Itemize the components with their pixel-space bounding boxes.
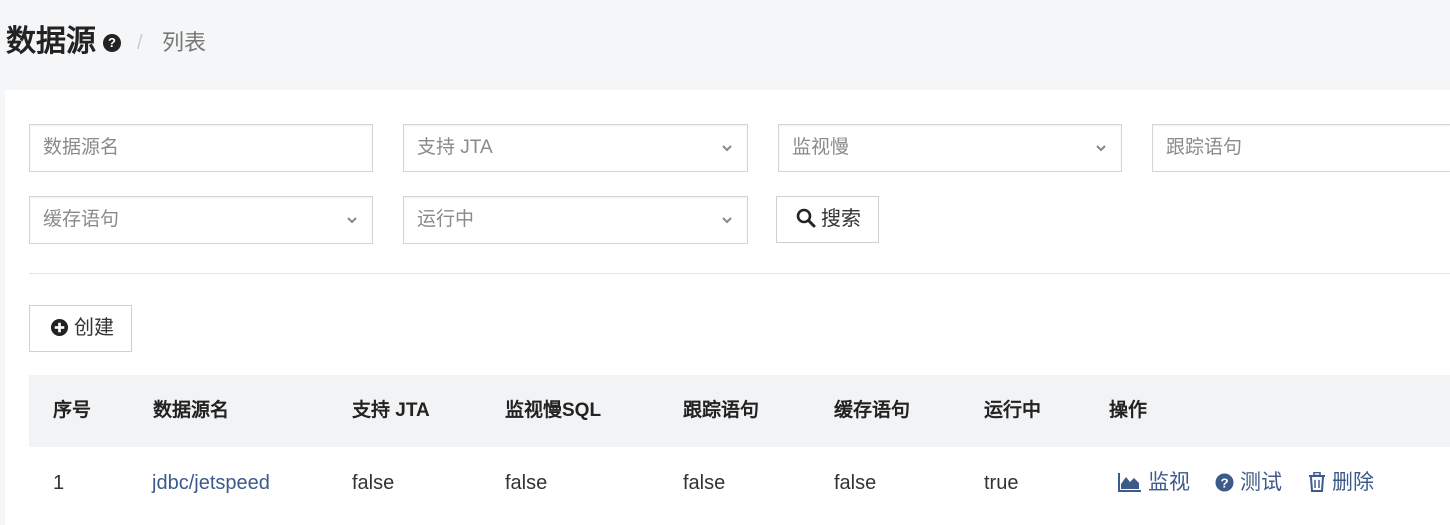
chevron-down-icon: [722, 217, 732, 224]
page-header: 数据源 ? / 列表: [0, 0, 1450, 90]
delete-action-link[interactable]: 删除: [1308, 447, 1374, 519]
trace-statement-input-wrap[interactable]: [1152, 124, 1450, 172]
column-header-running: 运行中: [984, 400, 1042, 421]
page-title: 数据源: [6, 25, 96, 58]
cell-running: true: [984, 472, 1019, 494]
content-panel: 支持 JTA 监视慢 缓存语句 运行中 搜索 创建 序号 数据源名 支持 JTA…: [5, 90, 1450, 525]
test-action-label: 测试: [1240, 471, 1282, 494]
jta-select[interactable]: 支持 JTA: [403, 124, 748, 172]
chevron-down-icon: [1096, 145, 1106, 152]
jta-select-value: 支持 JTA: [417, 137, 493, 158]
cell-cache-statement: false: [834, 472, 877, 494]
create-button-label: 创建: [74, 317, 114, 339]
monitor-action-link[interactable]: 监视: [1118, 447, 1190, 519]
divider: [29, 273, 1450, 274]
question-circle-icon[interactable]: ?: [103, 34, 121, 52]
column-header-index: 序号: [53, 400, 92, 421]
datasource-name-input-wrap[interactable]: [29, 124, 373, 172]
running-select[interactable]: 运行中: [403, 196, 748, 244]
monitor-action-label: 监视: [1148, 471, 1190, 494]
plus-circle-icon: [50, 318, 69, 337]
column-header-actions: 操作: [1109, 400, 1148, 421]
breadcrumb-separator: /: [137, 32, 143, 54]
chevron-down-icon: [347, 217, 357, 224]
column-header-trace-statement: 跟踪语句: [683, 400, 760, 421]
column-header-cache-statement: 缓存语句: [834, 400, 911, 421]
breadcrumb-list[interactable]: 列表: [162, 28, 206, 58]
column-header-monitor-slow-sql: 监视慢SQL: [505, 400, 602, 421]
question-circle-icon: ?: [1215, 473, 1234, 492]
cache-statement-select-value: 缓存语句: [43, 209, 120, 230]
cell-monitor-slow-sql: false: [505, 472, 548, 494]
trace-statement-input[interactable]: [1166, 125, 1435, 171]
create-button[interactable]: 创建: [29, 305, 132, 352]
cache-statement-select[interactable]: 缓存语句: [29, 196, 373, 244]
cell-jta: false: [352, 472, 395, 494]
trash-icon: [1309, 471, 1325, 492]
datasource-name-input[interactable]: [43, 125, 351, 171]
search-icon: [796, 208, 816, 228]
column-header-jta: 支持 JTA: [352, 400, 430, 421]
running-select-value: 运行中: [417, 209, 475, 230]
test-action-link[interactable]: ? 测试: [1215, 447, 1282, 519]
table-header: 序号 数据源名 支持 JTA 监视慢SQL 跟踪语句 缓存语句 运行中 操作: [29, 375, 1450, 447]
table-row: 1 jdbc/jetspeed false false false false …: [29, 447, 1450, 519]
datasource-name-link[interactable]: jdbc/jetspeed: [152, 447, 270, 519]
cell-index: 1: [53, 472, 65, 494]
delete-action-label: 删除: [1332, 471, 1374, 494]
search-button[interactable]: 搜索: [776, 196, 879, 243]
monitor-slow-select-value: 监视慢: [792, 137, 850, 158]
chevron-down-icon: [722, 145, 732, 152]
cell-trace-statement: false: [683, 472, 726, 494]
monitor-slow-select[interactable]: 监视慢: [778, 124, 1122, 172]
search-button-label: 搜索: [821, 208, 861, 230]
svg-text:?: ?: [1220, 475, 1228, 490]
area-chart-icon: [1118, 473, 1141, 492]
column-header-name: 数据源名: [153, 400, 230, 421]
